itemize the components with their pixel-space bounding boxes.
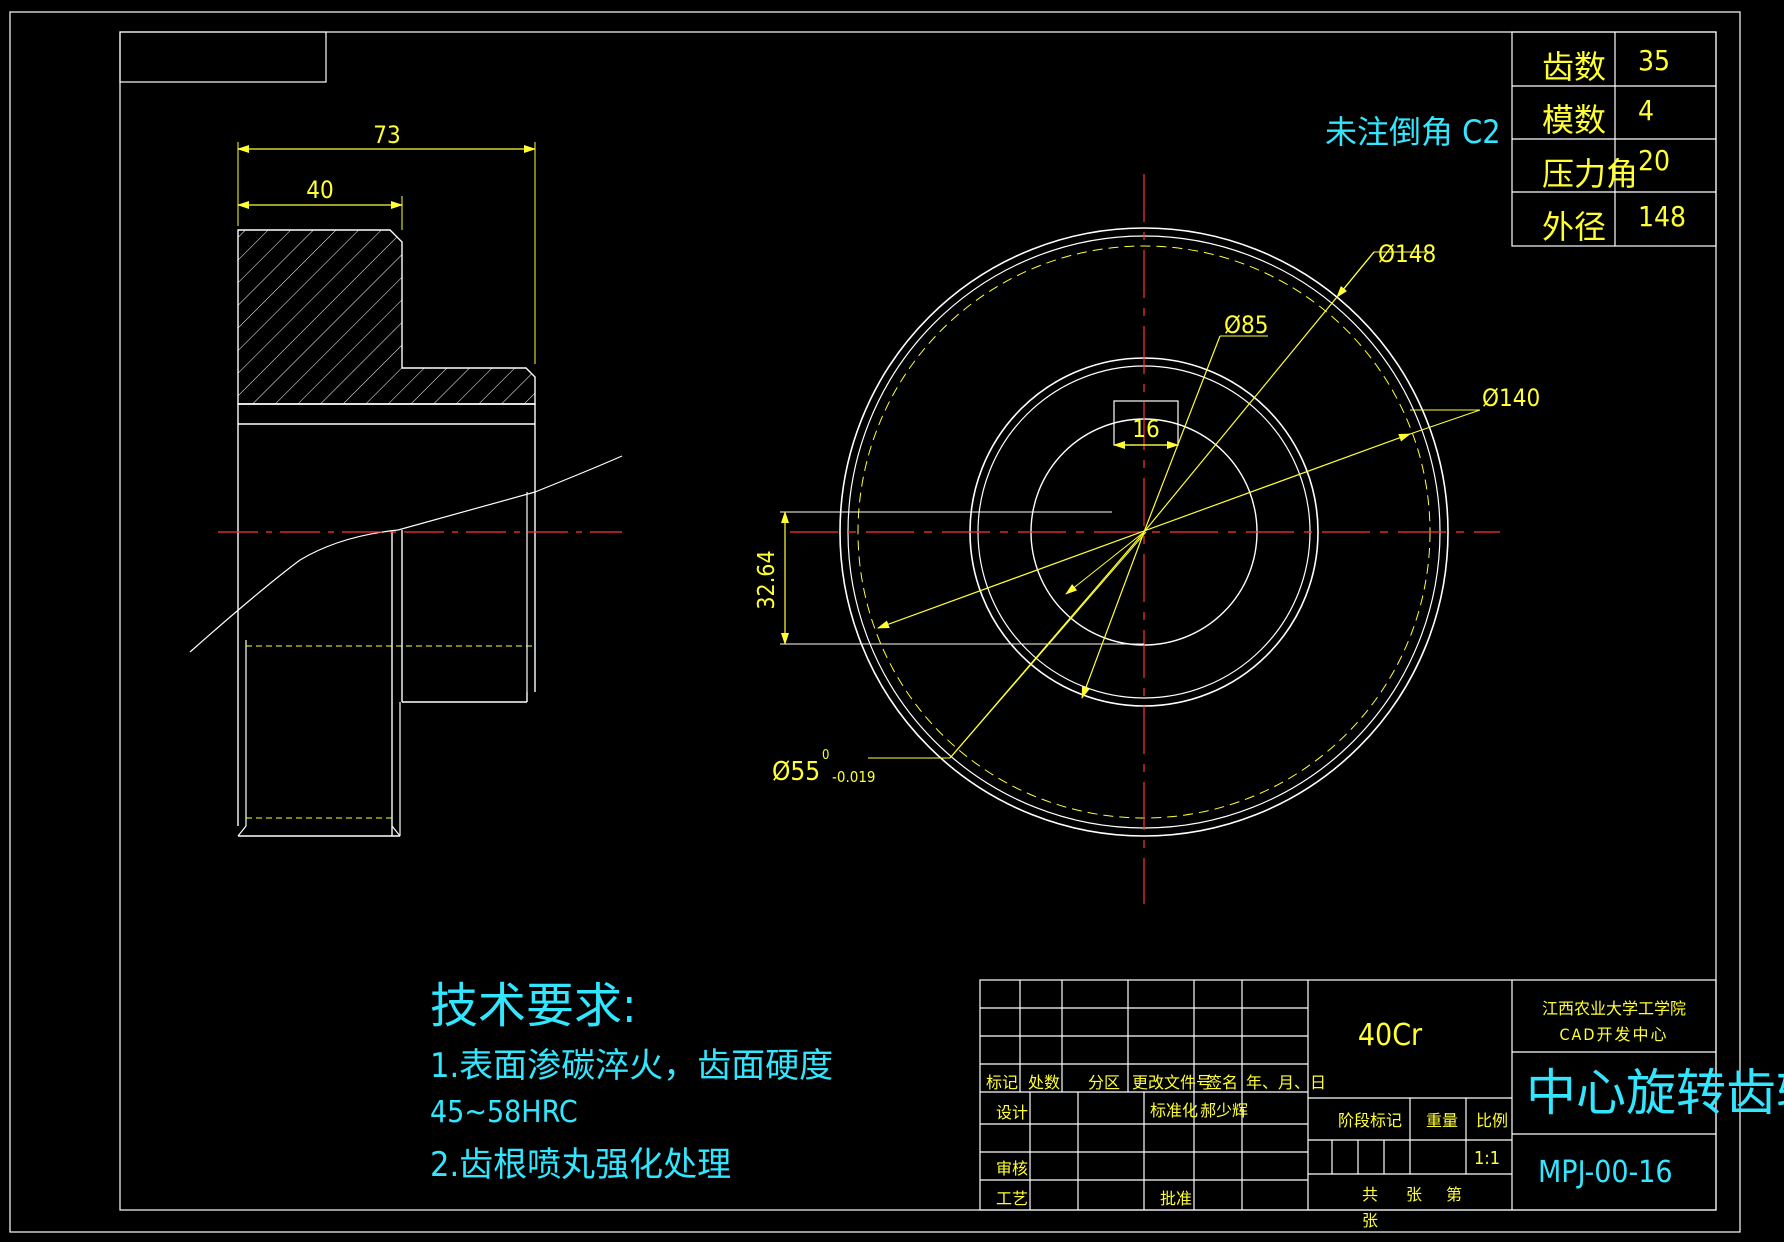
param-value-module: 4 [1638,94,1654,127]
param-value-pressure: 20 [1638,144,1670,177]
tb-standardize: 标准化 [1150,1101,1198,1120]
tb-material: 40Cr [1358,1018,1423,1053]
param-label-outer: 外径 [1542,208,1606,246]
tb-date: 年、月、日 [1246,1073,1326,1092]
dim-55-tol-lower: -0.019 [832,768,876,786]
tb-design: 设计 [996,1103,1028,1122]
tb-sheet-unit: 张 [1406,1185,1422,1204]
tb-org-line1: 江西农业大学工学院 [1542,999,1686,1018]
front-dimensions: 16 32.64 Ø148 Ø85 Ø140 Ø55 0 -0.019 [754,240,1540,787]
title-block-text: 标记 处数 分区 更改文件号 签名 年、月、日 设计 标准化 郝少辉 审核 工艺… [986,999,1784,1230]
gear-param-table: 齿数 35 模数 4 压力角 20 外径 148 [1511,31,1717,247]
tb-sheet-no: 第 [1446,1185,1462,1204]
dim-32-64-label: 32.64 [754,550,780,609]
tb-weight: 重量 [1426,1111,1458,1130]
param-value-outer: 148 [1638,200,1686,233]
front-view [790,174,1500,904]
cad-drawing: 73 40 16 32.64 Ø148 Ø85 Ø140 Ø55 0 -0.01… [9,11,1784,1233]
tb-signature: 签名 [1206,1073,1238,1092]
dim-40-label: 40 [306,176,333,204]
param-label-pressure: 压力角 [1542,155,1638,193]
side-section-view [189,229,623,837]
tech-item-1: 1.表面渗碳淬火，齿面硬度 [430,1046,833,1086]
section-hatch [237,229,536,405]
tb-sheet-unit-2: 张 [1362,1211,1378,1230]
dim-148-label: Ø148 [1378,240,1436,268]
dim-85-label: Ø85 [1224,311,1268,339]
dim-16-label: 16 [1132,415,1159,443]
tb-approve: 批准 [1160,1189,1192,1208]
dim-140-label: Ø140 [1482,384,1540,412]
tb-total: 共 [1362,1185,1378,1204]
tb-org-line2: CAD开发中心 [1560,1025,1669,1044]
tech-title: 技术要求: [430,978,637,1034]
tb-designer: 郝少辉 [1200,1101,1248,1120]
outer-border [9,11,1741,1233]
dim-73-label: 73 [373,121,400,149]
tb-scale-value: 1:1 [1474,1148,1500,1169]
tb-zone: 分区 [1088,1073,1120,1092]
tech-item-2: 2.齿根喷丸强化处理 [430,1145,731,1185]
tb-mark: 标记 [986,1073,1018,1092]
tb-count: 处数 [1028,1073,1060,1092]
tb-process: 工艺 [996,1189,1028,1208]
break-line [189,455,623,653]
dim-55-label: Ø55 [772,757,820,787]
code-box [119,31,327,83]
tb-part-name: 中心旋转齿轮 [1526,1064,1784,1122]
tech-requirements: 技术要求: 1.表面渗碳淬火，齿面硬度 45~58HRC 2.齿根喷丸强化处理 [430,978,833,1185]
inner-border [119,31,1717,1211]
chamfer-note: 未注倒角 C2 [1325,113,1501,151]
tb-stage-mark: 阶段标记 [1338,1111,1402,1130]
tb-ratio: 比例 [1476,1111,1508,1130]
tb-change-doc: 更改文件号 [1132,1073,1212,1092]
param-value-teeth: 35 [1638,44,1670,77]
param-label-module: 模数 [1542,101,1606,139]
param-label-teeth: 齿数 [1542,48,1606,86]
dim-55-tol-upper: 0 [822,748,829,763]
tb-review: 审核 [996,1159,1028,1178]
tech-item-1-hardness: 45~58HRC [430,1095,578,1130]
tb-drawing-no: MPJ-00-16 [1538,1155,1673,1190]
